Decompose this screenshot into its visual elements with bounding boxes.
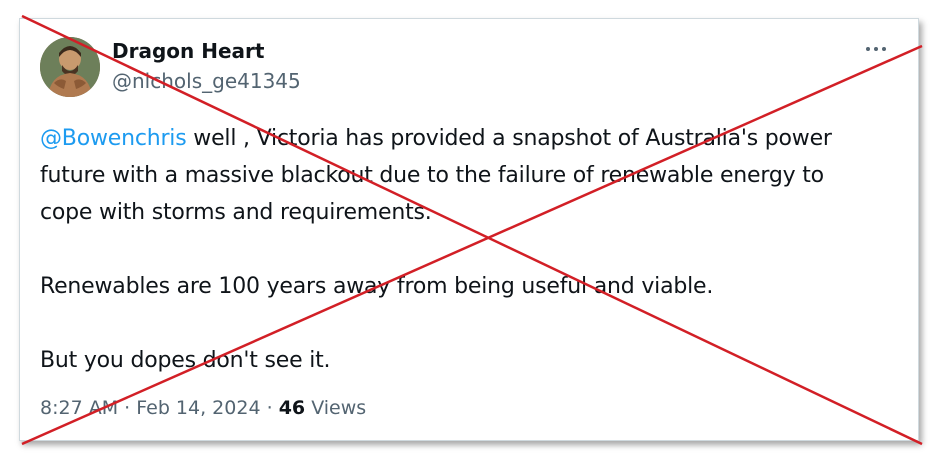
tweet-paragraph-3: But you dopes don't see it.	[40, 348, 331, 373]
tweet-card: Dragon Heart @nichols_ge41345 @Bowenchri…	[19, 18, 919, 441]
mention-link[interactable]: @Bowenchris	[40, 126, 187, 151]
author-avatar[interactable]	[40, 37, 100, 97]
more-options-icon[interactable]	[864, 41, 888, 57]
tweet-meta: 8:27 AM · Feb 14, 2024 · 46 Views	[40, 397, 366, 419]
tweet-line-3: cope with storms and requirements.	[40, 200, 432, 225]
tweet-line-2: future with a massive blackout due to th…	[40, 163, 824, 188]
tweet-text: @Bowenchris well , Victoria has provided…	[40, 120, 900, 379]
author-name[interactable]: Dragon Heart	[112, 39, 264, 63]
tweet-time[interactable]: 8:27 AM	[40, 397, 118, 419]
avatar-image	[40, 37, 100, 97]
tweet-date[interactable]: Feb 14, 2024	[136, 397, 260, 419]
meta-separator: ·	[124, 397, 131, 419]
views-label: Views	[311, 397, 367, 419]
meta-separator: ·	[266, 397, 273, 419]
tweet-line-1: @Bowenchris well , Victoria has provided…	[40, 120, 900, 157]
tweet-paragraph-2: Renewables are 100 years away from being…	[40, 274, 714, 299]
views-count: 46	[278, 397, 306, 419]
tweet-line-1-text: well , Victoria has provided a snapshot …	[186, 126, 832, 151]
author-handle[interactable]: @nichols_ge41345	[112, 69, 301, 93]
